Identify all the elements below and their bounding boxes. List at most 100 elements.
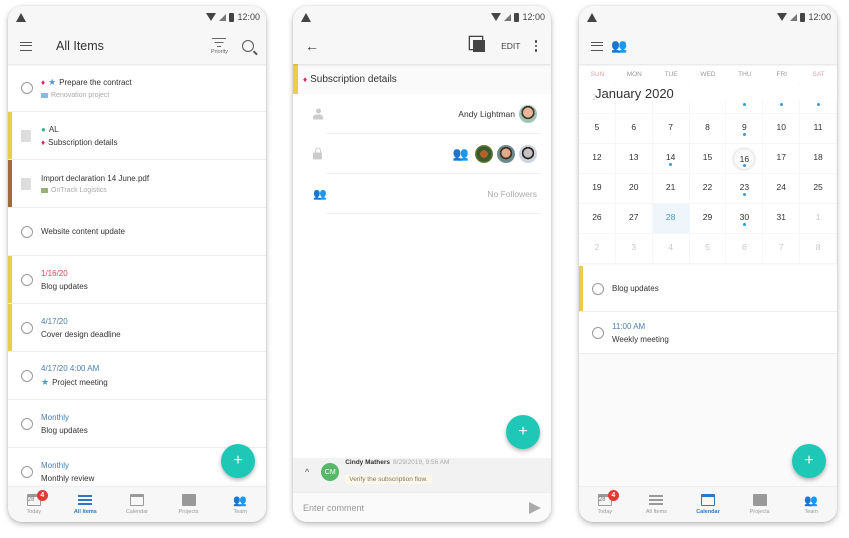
calendar-icon — [129, 494, 144, 506]
list-item[interactable]: 4/17/20 4:00 AM ★ Project meeting — [8, 352, 266, 400]
calendar-day[interactable]: 28 — [652, 204, 690, 234]
calendar-day[interactable]: 19 — [579, 174, 616, 204]
search-icon[interactable] — [242, 40, 254, 52]
nav-label: Calendar — [696, 509, 720, 515]
calendar-day[interactable]: 4 — [652, 234, 690, 264]
duplicate-icon[interactable] — [473, 40, 486, 52]
calendar-day[interactable]: 9 — [726, 114, 764, 144]
calendar-day[interactable]: 1 — [800, 204, 837, 234]
complete-checkbox[interactable] — [592, 326, 604, 339]
followers-row[interactable]: 👥 No Followers — [293, 174, 551, 214]
calendar-day[interactable]: 15 — [689, 144, 727, 174]
calendar-day[interactable]: 17 — [763, 144, 801, 174]
list-item[interactable]: 4/17/20 Cover design deadline — [8, 304, 266, 352]
list-item[interactable]: Website content update — [8, 208, 266, 256]
calendar-day[interactable]: 29 — [689, 204, 727, 234]
nav-team[interactable]: 👥 Team — [787, 494, 835, 516]
calendar-day[interactable]: 8 — [689, 114, 727, 144]
calendar-day[interactable]: 7 — [763, 234, 801, 264]
calendar-day[interactable]: 30 — [726, 204, 764, 234]
calendar-day[interactable]: 11 — [800, 114, 837, 144]
notification-badge: 4 — [607, 490, 619, 501]
list-item[interactable]: Import declaration 14 June.pdf OnTrack L… — [8, 160, 266, 208]
calendar-day[interactable]: 18 — [800, 144, 837, 174]
calendar-day[interactable]: 21 — [652, 174, 690, 204]
list-item[interactable]: Monthly Blog updates — [8, 400, 266, 448]
list-item[interactable]: 1/16/20 Blog updates — [8, 256, 266, 304]
calendar-day[interactable]: 7 — [652, 114, 690, 144]
calendar-day[interactable]: 26 — [579, 204, 616, 234]
status-time: 12:00 — [237, 12, 260, 22]
calendar-day[interactable]: 2 — [579, 234, 616, 264]
filter-label: Priority — [210, 48, 228, 55]
month-title[interactable]: January 2020 — [595, 86, 837, 101]
nav-projects[interactable]: Projects — [165, 494, 213, 515]
nav-calendar[interactable]: Calendar — [684, 494, 732, 515]
event-item[interactable]: Blog updates — [579, 266, 837, 312]
menu-icon[interactable] — [591, 41, 603, 51]
nav-projects[interactable]: Projects — [736, 494, 784, 515]
day-number: 28 — [665, 211, 676, 222]
comments-panel: ^ CM Cindy Mathers 8/29/2019, 9:56 AM Ver… — [293, 458, 551, 522]
complete-checkbox[interactable] — [592, 282, 604, 295]
assignee-row[interactable]: Andy Lightman — [293, 94, 551, 134]
list-item[interactable]: ♦ ★ Prepare the contract Renovation projec… — [8, 64, 266, 112]
complete-checkbox[interactable] — [21, 369, 33, 382]
comment-author: Cindy Mathers — [345, 458, 391, 466]
event-item[interactable]: 11:00 AM Weekly meeting — [579, 312, 837, 354]
calendar-day[interactable]: 6 — [726, 234, 764, 264]
calendar-day[interactable]: 12 — [579, 144, 616, 174]
assignee-name: Andy Lightman — [458, 109, 515, 119]
team-icon[interactable]: 👥 — [611, 38, 627, 54]
complete-checkbox[interactable] — [21, 465, 33, 478]
complete-checkbox[interactable] — [21, 321, 33, 334]
comment-input[interactable] — [303, 502, 529, 513]
calendar-day[interactable]: 8 — [800, 234, 837, 264]
edit-button[interactable]: EDIT — [501, 41, 520, 51]
calendar-day[interactable]: 10 — [763, 114, 801, 144]
calendar-day[interactable]: 5 — [689, 234, 727, 264]
comment-time: 8/29/2019, 9:56 AM — [393, 458, 450, 466]
calendar-day[interactable]: 27 — [615, 204, 653, 234]
nav-team[interactable]: 👥 Team — [216, 494, 264, 516]
calendar-day[interactable]: 5 — [579, 114, 616, 144]
calendar-day[interactable]: 6 — [615, 114, 653, 144]
menu-icon[interactable] — [20, 41, 32, 51]
more-options-icon[interactable] — [534, 40, 537, 52]
wifi-icon — [491, 13, 502, 21]
complete-checkbox[interactable] — [21, 417, 33, 430]
complete-checkbox[interactable] — [21, 273, 33, 286]
send-icon[interactable] — [529, 501, 541, 514]
weekday-label: WED — [700, 70, 716, 78]
nav-all-items[interactable]: All Items — [61, 494, 109, 515]
nav-all-items[interactable]: All Items — [632, 494, 680, 515]
calendar-day[interactable]: 14 — [652, 144, 690, 174]
access-row[interactable]: 👥 — [293, 134, 551, 174]
priority-filter-button[interactable]: Priority — [210, 37, 228, 55]
add-item-button[interactable]: + — [221, 444, 255, 478]
add-event-button[interactable]: + — [792, 444, 826, 478]
back-arrow-icon[interactable]: ← — [305, 38, 319, 54]
calendar-day[interactable]: 25 — [800, 174, 837, 204]
complete-checkbox[interactable] — [21, 81, 33, 94]
nav-today[interactable]: 28 4 Today — [581, 490, 629, 515]
color-tag — [8, 160, 12, 207]
calendar-day[interactable]: 16 — [726, 144, 764, 174]
warning-icon — [16, 12, 26, 22]
status-time: 12:00 — [808, 12, 831, 22]
calendar-day[interactable]: 22 — [689, 174, 727, 204]
expand-comments-icon[interactable]: ^ — [305, 467, 309, 477]
nav-today[interactable]: 28 4 Today — [10, 490, 58, 515]
list-item[interactable]: ● AL ♦ Subscription details — [8, 112, 266, 160]
nav-calendar[interactable]: Calendar — [113, 494, 161, 515]
nav-label: Team — [804, 509, 818, 515]
calendar-day[interactable]: 20 — [615, 174, 653, 204]
add-button[interactable]: + — [506, 415, 540, 449]
complete-checkbox[interactable] — [21, 225, 33, 238]
calendar-day[interactable]: 13 — [615, 144, 653, 174]
calendar-day[interactable]: 31 — [763, 204, 801, 234]
calendar-day[interactable]: 24 — [763, 174, 801, 204]
calendar-day[interactable]: 23 — [726, 174, 764, 204]
calendar-day[interactable]: 3 — [615, 234, 653, 264]
day-number: 6 — [631, 121, 637, 132]
